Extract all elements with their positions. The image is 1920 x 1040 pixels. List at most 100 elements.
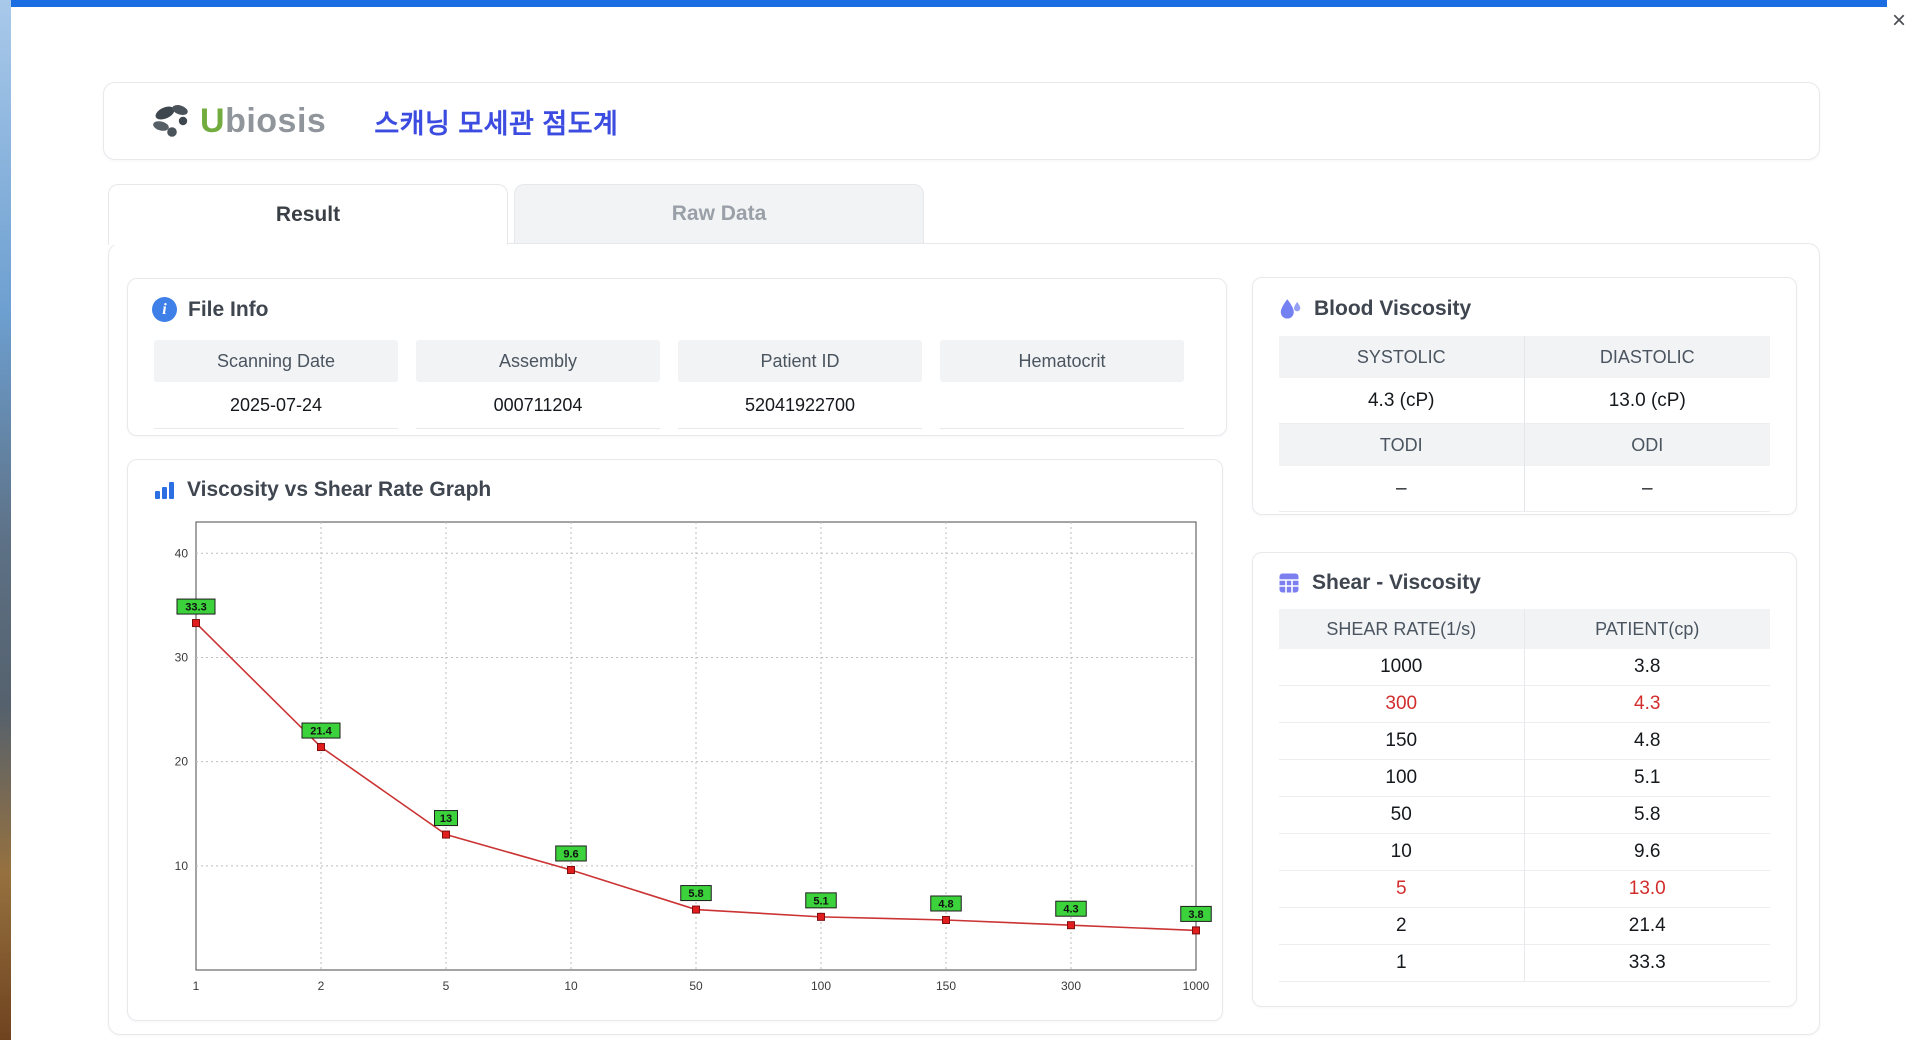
desktop-background-sliver bbox=[0, 0, 11, 1040]
patient-viscosity-cell: 13.0 bbox=[1524, 871, 1770, 908]
graph-header: Viscosity vs Shear Rate Graph bbox=[128, 460, 1222, 502]
tab-raw-data[interactable]: Raw Data bbox=[514, 184, 924, 243]
svg-text:4.8: 4.8 bbox=[938, 898, 953, 910]
info-icon: i bbox=[152, 297, 177, 322]
shear-rate-cell: 10 bbox=[1279, 834, 1525, 871]
shear-rate-cell: 5 bbox=[1279, 871, 1525, 908]
file-info-field: Scanning Date 2025-07-24 bbox=[154, 340, 398, 429]
field-label: Patient ID bbox=[678, 340, 922, 382]
graph-title: Viscosity vs Shear Rate Graph bbox=[187, 478, 492, 501]
patient-viscosity-cell: 5.1 bbox=[1524, 760, 1770, 797]
shear-table-row: 5 13.0 bbox=[1279, 871, 1770, 908]
shear-rate-cell: 1000 bbox=[1279, 649, 1525, 686]
svg-text:13: 13 bbox=[440, 813, 452, 825]
svg-text:5.1: 5.1 bbox=[813, 895, 828, 907]
patient-viscosity-cell: 3.8 bbox=[1524, 649, 1770, 686]
bv-value-systolic: 4.3 (cP) bbox=[1279, 378, 1525, 424]
svg-text:5: 5 bbox=[443, 979, 450, 993]
viscosity-vs-shear-rate-chart: 10 20 30 40 1 2 5 10 50 100 150 300 1000 33.3 21.4 13 9.… bbox=[175, 521, 1212, 993]
svg-text:33.3: 33.3 bbox=[185, 602, 206, 614]
bv-header-odi: ODI bbox=[1524, 424, 1770, 466]
bv-header-todi: TODI bbox=[1279, 424, 1525, 466]
shear-viscosity-header: Shear - Viscosity bbox=[1253, 553, 1796, 595]
svg-text:2: 2 bbox=[318, 979, 325, 993]
shear-rate-cell: 100 bbox=[1279, 760, 1525, 797]
svg-text:5.8: 5.8 bbox=[688, 888, 703, 900]
field-label: Scanning Date bbox=[154, 340, 398, 382]
shear-table-row: 1 33.3 bbox=[1279, 945, 1770, 982]
bv-header-systolic: SYSTOLIC bbox=[1279, 336, 1525, 378]
blood-viscosity-title: Blood Viscosity bbox=[1314, 297, 1472, 320]
shear-table-row: 50 5.8 bbox=[1279, 797, 1770, 834]
blood-viscosity-card: Blood Viscosity SYSTOLIC DIASTOLIC 4.3 (… bbox=[1252, 277, 1797, 515]
window-top-edge bbox=[11, 0, 1887, 7]
patient-column-header: PATIENT(cp) bbox=[1524, 609, 1770, 649]
svg-text:30: 30 bbox=[175, 650, 189, 664]
file-info-field: Patient ID 52041922700 bbox=[678, 340, 922, 429]
svg-text:100: 100 bbox=[811, 979, 831, 993]
chart-area: 10 20 30 40 1 2 5 10 50 100 150 300 1000 33.3 21.4 13 9.… bbox=[152, 514, 1222, 1021]
droplet-icon bbox=[1280, 299, 1301, 319]
logo-leaf-icon bbox=[153, 105, 188, 137]
shear-table-row: 150 4.8 bbox=[1279, 723, 1770, 760]
ubiosis-logo: U biosis bbox=[150, 101, 326, 141]
bv-value-odi: – bbox=[1524, 466, 1770, 512]
svg-text:3.8: 3.8 bbox=[1188, 909, 1203, 921]
tab-result[interactable]: Result bbox=[108, 184, 508, 245]
shear-rate-cell: 2 bbox=[1279, 908, 1525, 945]
svg-text:40: 40 bbox=[175, 546, 189, 560]
svg-text:10: 10 bbox=[564, 979, 578, 993]
file-info-grid: Scanning Date 2025-07-24 Assembly 000711204… bbox=[154, 340, 1184, 429]
file-info-title: File Info bbox=[188, 297, 269, 321]
patient-viscosity-cell: 21.4 bbox=[1524, 908, 1770, 945]
shear-rate-column-header: SHEAR RATE(1/s) bbox=[1279, 609, 1525, 649]
logo-text-u: U bbox=[200, 101, 226, 140]
bar-chart-icon bbox=[155, 482, 174, 499]
patient-viscosity-cell: 4.3 bbox=[1524, 686, 1770, 723]
bv-header-diastolic: DIASTOLIC bbox=[1524, 336, 1770, 378]
bv-value-todi: – bbox=[1279, 466, 1525, 512]
file-info-field: Hematocrit bbox=[940, 340, 1184, 429]
svg-text:9.6: 9.6 bbox=[563, 848, 578, 860]
field-value: 2025-07-24 bbox=[154, 382, 398, 429]
blood-viscosity-table: SYSTOLIC DIASTOLIC 4.3 (cP) 13.0 (cP) TO… bbox=[1279, 336, 1770, 512]
svg-text:1000: 1000 bbox=[1183, 979, 1210, 993]
shear-table-header-row: SHEAR RATE(1/s) PATIENT(cp) bbox=[1279, 609, 1770, 649]
svg-text:20: 20 bbox=[175, 755, 189, 769]
svg-text:10: 10 bbox=[175, 859, 189, 873]
app-window: × U biosis 스캐닝 모세관 점도계 Result Raw Data i… bbox=[11, 7, 1920, 1040]
shear-table-row: 2 21.4 bbox=[1279, 908, 1770, 945]
logo-text-biosis: biosis bbox=[225, 101, 327, 140]
main-content-card: i File Info Scanning Date 2025-07-24 Assem… bbox=[108, 243, 1820, 1035]
shear-viscosity-card: Shear - Viscosity SHEAR RATE(1/s) PATIEN… bbox=[1252, 552, 1797, 1007]
shear-rate-cell: 50 bbox=[1279, 797, 1525, 834]
field-label: Assembly bbox=[416, 340, 660, 382]
app-title: 스캐닝 모세관 점도계 bbox=[374, 108, 619, 139]
field-value: 52041922700 bbox=[678, 382, 922, 429]
bv-value-diastolic: 13.0 (cP) bbox=[1524, 378, 1770, 424]
shear-viscosity-table: SHEAR RATE(1/s) PATIENT(cp) 1000 3.8 300 4.… bbox=[1279, 609, 1770, 982]
field-value: 000711204 bbox=[416, 382, 660, 429]
shear-rate-cell: 150 bbox=[1279, 723, 1525, 760]
shear-table-row: 10 9.6 bbox=[1279, 834, 1770, 871]
shear-table-body: 1000 3.8 300 4.3 150 4.8 100 5.1 50 5.8 10 9.6 5 13.0… bbox=[1279, 649, 1770, 982]
svg-text:1: 1 bbox=[193, 979, 200, 993]
viscosity-graph-card: Viscosity vs Shear Rate Graph 10 20 30 40 1 2… bbox=[127, 459, 1223, 1021]
svg-text:50: 50 bbox=[689, 979, 703, 993]
shear-rate-cell: 1 bbox=[1279, 945, 1525, 982]
shear-table-row: 100 5.1 bbox=[1279, 760, 1770, 797]
close-icon[interactable]: × bbox=[1892, 9, 1906, 33]
file-info-field: Assembly 000711204 bbox=[416, 340, 660, 429]
file-info-card: i File Info Scanning Date 2025-07-24 Assem… bbox=[127, 278, 1227, 436]
patient-viscosity-cell: 5.8 bbox=[1524, 797, 1770, 834]
table-grid-icon bbox=[1279, 573, 1299, 593]
shear-table-row: 1000 3.8 bbox=[1279, 649, 1770, 686]
patient-viscosity-cell: 4.8 bbox=[1524, 723, 1770, 760]
svg-text:150: 150 bbox=[936, 979, 956, 993]
svg-text:300: 300 bbox=[1061, 979, 1081, 993]
patient-viscosity-cell: 9.6 bbox=[1524, 834, 1770, 871]
shear-viscosity-title: Shear - Viscosity bbox=[1312, 571, 1481, 594]
header-card: U biosis 스캐닝 모세관 점도계 bbox=[103, 82, 1820, 160]
file-info-header: i File Info bbox=[128, 279, 1226, 322]
field-label: Hematocrit bbox=[940, 340, 1184, 382]
